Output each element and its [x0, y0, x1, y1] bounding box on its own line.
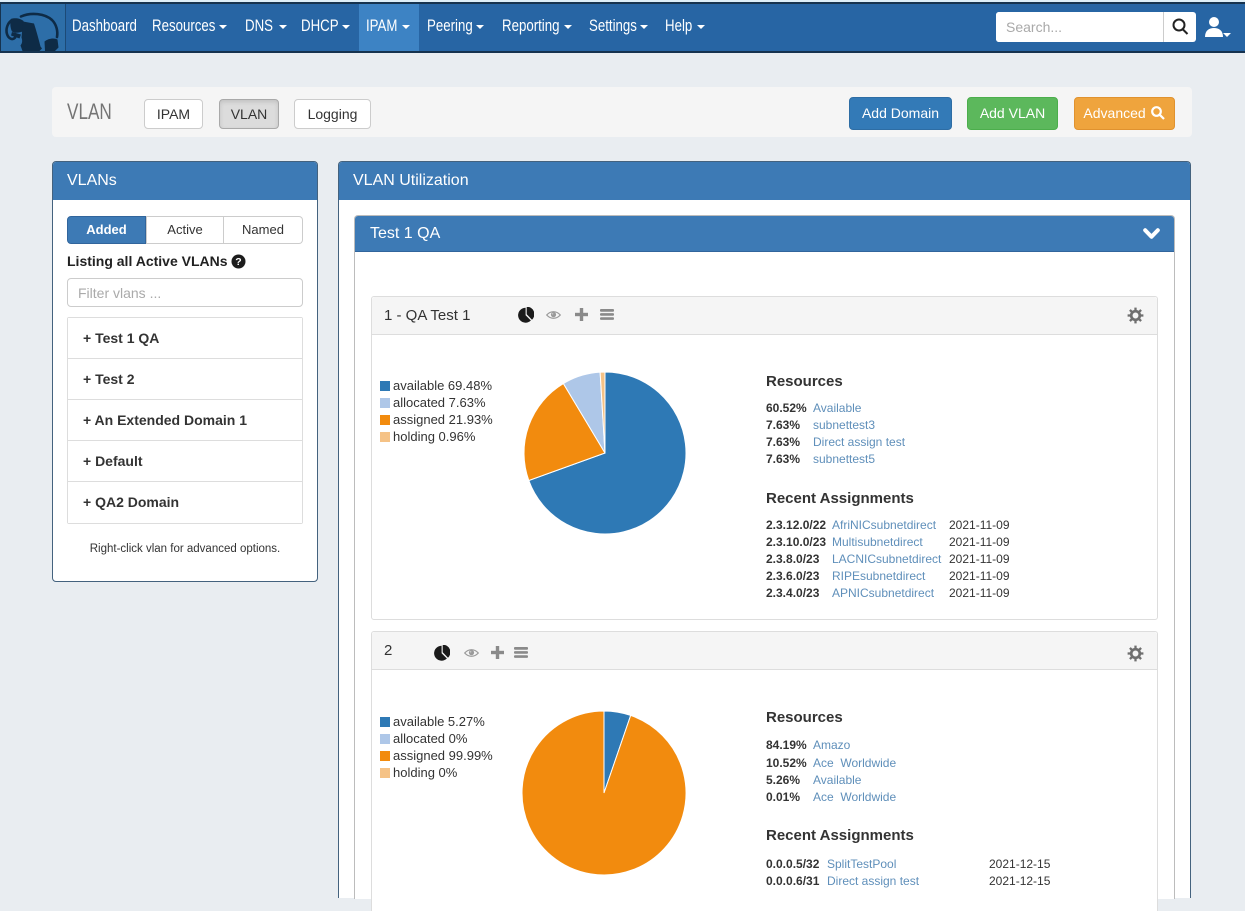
svg-text:?: ? — [236, 256, 242, 268]
